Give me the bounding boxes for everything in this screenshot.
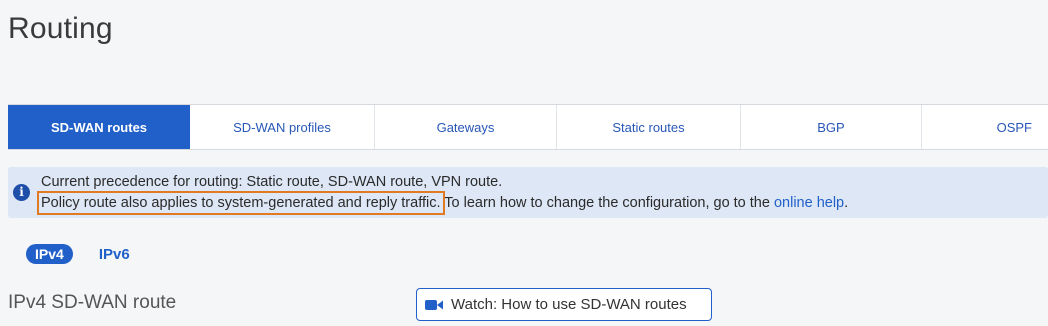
page-title: Routing (8, 12, 113, 45)
highlighted-policy-text: Policy route also applies to system-gene… (37, 191, 445, 215)
info-banner-line-2-text: To learn how to change the configuration… (440, 195, 774, 211)
info-banner-line-1: Current precedence for routing: Static r… (41, 174, 503, 190)
section-title: IPv4 SD-WAN route (8, 292, 177, 313)
info-banner-line-2: Policy route also applies to system-gene… (37, 191, 849, 215)
online-help-link[interactable]: online help (774, 195, 844, 211)
routing-page: Routing SD-WAN routes SD-WAN profiles Ga… (0, 0, 1048, 326)
tab-sd-wan-profiles[interactable]: SD-WAN profiles (190, 105, 375, 149)
tab-ospf[interactable]: OSPF (922, 105, 1048, 149)
tab-bgp[interactable]: BGP (741, 105, 922, 149)
ip-version-toggle: IPv4 IPv6 (26, 244, 130, 264)
tab-sd-wan-routes[interactable]: SD-WAN routes (8, 105, 190, 149)
tab-static-routes[interactable]: Static routes (557, 105, 741, 149)
ipv6-toggle[interactable]: IPv6 (99, 246, 130, 263)
ipv4-toggle[interactable]: IPv4 (26, 244, 73, 264)
routing-tabs: SD-WAN routes SD-WAN profiles Gateways S… (8, 104, 1048, 150)
watch-video-button[interactable]: Watch: How to use SD-WAN routes (416, 288, 712, 321)
watch-button-label: Watch: How to use SD-WAN routes (451, 296, 687, 313)
info-banner-line-2-end: . (844, 195, 849, 211)
tab-gateways[interactable]: Gateways (375, 105, 557, 149)
video-camera-icon (425, 299, 443, 311)
info-banner: i Current precedence for routing: Static… (8, 167, 1048, 218)
info-icon: i (13, 184, 30, 201)
